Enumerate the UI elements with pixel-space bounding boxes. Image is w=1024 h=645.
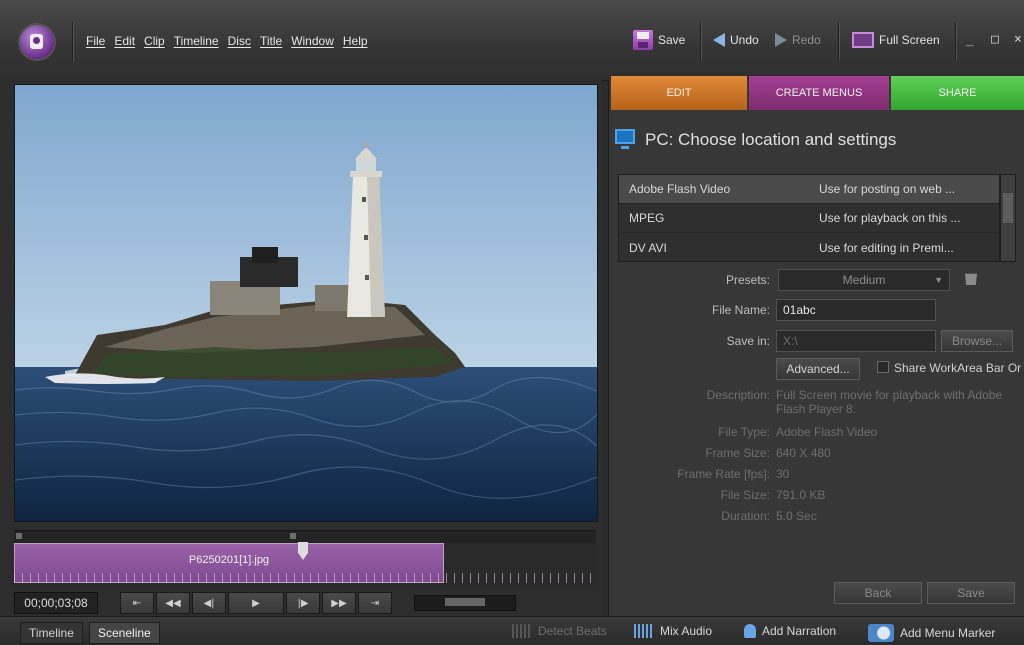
add-menu-marker-button[interactable]: Add Menu Marker: [868, 624, 995, 642]
format-row-dvavi[interactable]: DV AVI Use for editing in Premi...: [619, 233, 999, 262]
timecode-display[interactable]: 00;00;03;08: [14, 592, 98, 614]
duration-label: Duration:: [721, 509, 770, 523]
close-button[interactable]: ×: [1014, 32, 1022, 47]
frame-size-label: Frame Size:: [705, 446, 770, 460]
file-name-input[interactable]: 01abc: [776, 299, 936, 321]
toolbar-separator: [72, 22, 73, 62]
menu-file[interactable]: File: [86, 34, 105, 50]
shuttle-slider[interactable]: [414, 595, 516, 611]
menu-edit[interactable]: Edit: [114, 34, 135, 50]
tab-edit[interactable]: EDIT: [611, 76, 747, 110]
maximize-button[interactable]: □: [991, 32, 999, 47]
step-forward-icon: |▶: [297, 597, 309, 609]
app-logo-icon[interactable]: [20, 25, 54, 59]
share-workarea-label: Share WorkArea Bar Or: [894, 361, 1022, 375]
file-name-label: File Name:: [711, 303, 770, 317]
description-label: Description:: [706, 388, 770, 402]
save-in-input[interactable]: X:\: [776, 330, 936, 352]
file-type-label: File Type:: [718, 425, 770, 439]
file-size-label: File Size:: [720, 488, 770, 502]
detect-beats-icon: [512, 624, 532, 638]
time-ruler: [14, 573, 596, 583]
set-out-point-button[interactable]: ⇥: [358, 592, 392, 614]
clip-name-label: P6250201[1].jpg: [188, 554, 270, 566]
fast-forward-button[interactable]: ▶▶: [322, 592, 356, 614]
play-button[interactable]: ▶: [228, 592, 284, 614]
step-forward-button[interactable]: |▶: [286, 592, 320, 614]
menu-help[interactable]: Help: [343, 34, 368, 50]
chevron-down-icon: ▼: [934, 275, 943, 285]
format-row-mpeg[interactable]: MPEG Use for playback on this ...: [619, 204, 999, 233]
minimize-button[interactable]: _: [966, 32, 974, 47]
set-in-point-button[interactable]: ⇤: [120, 592, 154, 614]
transport-controls: 00;00;03;08 ⇤ ◀◀ ◀| ▶ |▶ ▶▶ ⇥: [14, 590, 596, 616]
frame-size-value: 640 X 480: [776, 446, 831, 460]
format-row-flash[interactable]: Adobe Flash Video Use for posting on web…: [619, 175, 999, 204]
toolbar-separator: [955, 22, 956, 60]
share-workarea-checkbox[interactable]: [877, 361, 889, 373]
file-type-value: Adobe Flash Video: [776, 425, 878, 439]
timeline-scrollbar[interactable]: [14, 530, 596, 544]
share-panel-title: PC: Choose location and settings: [645, 130, 897, 149]
step-back-button[interactable]: ◀|: [192, 592, 226, 614]
back-button[interactable]: Back: [834, 582, 922, 604]
lighthouse-preview-image: [15, 85, 597, 521]
out-point-icon: ⇥: [370, 597, 380, 609]
duration-value: 5.0 Sec: [776, 509, 817, 523]
advanced-button[interactable]: Advanced...: [776, 358, 860, 380]
description-value: Full Screen movie for playback with Adob…: [776, 388, 1003, 416]
full-screen-button[interactable]: Full Screen: [852, 28, 940, 52]
save-toolbar-button[interactable]: Save: [633, 28, 685, 52]
frame-rate-value: 30: [776, 467, 790, 481]
undo-button[interactable]: Undo: [713, 28, 759, 52]
rewind-icon: ◀◀: [165, 597, 181, 609]
save-in-label: Save in:: [726, 334, 770, 348]
undo-icon: [713, 33, 725, 47]
detect-beats-button[interactable]: Detect Beats: [512, 624, 607, 638]
save-icon: [633, 30, 653, 50]
menu-clip[interactable]: Clip: [144, 34, 165, 50]
frame-rate-label: Frame Rate [fps]:: [677, 467, 770, 481]
toolbar-separator: [838, 22, 839, 60]
presets-label: Presets:: [725, 273, 770, 287]
full-screen-icon: [852, 32, 874, 48]
menu-disc[interactable]: Disc: [228, 34, 251, 50]
rewind-button[interactable]: ◀◀: [156, 592, 190, 614]
preview-monitor[interactable]: [14, 84, 598, 522]
mix-audio-icon: [634, 624, 654, 638]
presets-dropdown[interactable]: Medium ▼: [778, 269, 950, 291]
monitor-icon: [615, 129, 635, 149]
tab-create-menus[interactable]: CREATE MENUS: [749, 76, 889, 110]
redo-icon: [775, 33, 787, 47]
menu-bar: File Edit Clip Timeline Disc Title Windo…: [86, 34, 368, 50]
tab-sceneline[interactable]: Sceneline: [89, 622, 160, 644]
tab-share[interactable]: SHARE: [891, 76, 1024, 110]
toolbar-separator: [700, 22, 701, 60]
mix-audio-button[interactable]: Mix Audio: [634, 624, 712, 638]
mini-timeline[interactable]: P6250201[1].jpg: [14, 542, 596, 587]
fast-forward-icon: ▶▶: [331, 597, 347, 609]
step-back-icon: ◀|: [203, 597, 215, 609]
tab-timeline[interactable]: Timeline: [20, 622, 83, 644]
file-size-value: 791.0 KB: [776, 488, 826, 502]
menu-title[interactable]: Title: [260, 34, 282, 50]
microphone-icon: [744, 624, 756, 638]
add-narration-button[interactable]: Add Narration: [744, 624, 836, 638]
menu-window[interactable]: Window: [291, 34, 334, 50]
share-save-button[interactable]: Save: [927, 582, 1015, 604]
play-icon: ▶: [252, 597, 260, 609]
menu-marker-icon: [868, 624, 894, 642]
menu-timeline[interactable]: Timeline: [174, 34, 219, 50]
redo-button[interactable]: Redo: [775, 28, 821, 52]
in-point-icon: ⇤: [132, 597, 142, 609]
format-list-scrollbar[interactable]: [1000, 174, 1016, 262]
browse-button[interactable]: Browse...: [941, 330, 1013, 352]
format-list[interactable]: Adobe Flash Video Use for posting on web…: [618, 174, 1000, 262]
